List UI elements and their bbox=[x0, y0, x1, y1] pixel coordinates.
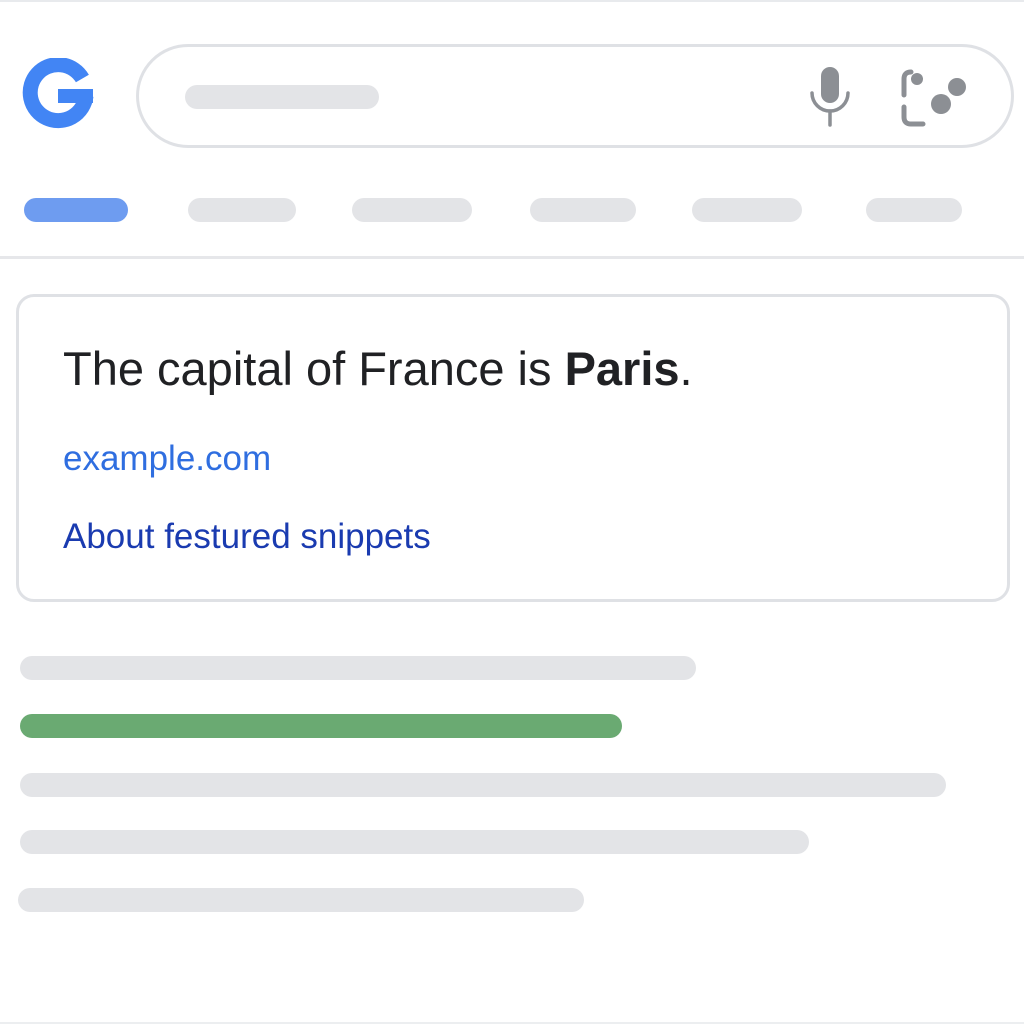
snippet-answer: The capital of France is Paris. bbox=[63, 339, 693, 399]
answer-prefix: The capital of France is bbox=[63, 342, 565, 395]
source-link[interactable]: example.com bbox=[63, 437, 271, 481]
result-placeholder-line bbox=[20, 830, 809, 854]
microphone-icon[interactable] bbox=[807, 67, 853, 131]
about-featured-snippets-link[interactable]: About festured snippets bbox=[63, 515, 431, 559]
result-url-line[interactable] bbox=[20, 714, 622, 738]
search-box[interactable] bbox=[136, 44, 1014, 148]
header-divider bbox=[0, 256, 1024, 259]
answer-suffix: . bbox=[679, 342, 693, 395]
answer-highlight: Paris bbox=[564, 342, 680, 395]
lens-icon[interactable] bbox=[901, 69, 971, 127]
top-divider bbox=[0, 0, 1024, 2]
search-tabs bbox=[0, 198, 1024, 226]
result-placeholder-line bbox=[20, 773, 946, 797]
featured-snippet-card: The capital of France is Paris. example.… bbox=[16, 294, 1010, 602]
result-placeholder-line bbox=[20, 656, 696, 680]
tab-all[interactable] bbox=[24, 198, 128, 222]
tab-5[interactable] bbox=[692, 198, 802, 222]
tab-3[interactable] bbox=[352, 198, 472, 222]
result-placeholder-line bbox=[18, 888, 584, 912]
tab-2[interactable] bbox=[188, 198, 296, 222]
google-logo-icon[interactable] bbox=[20, 58, 96, 134]
search-results-page: The capital of France is Paris. example.… bbox=[0, 0, 1024, 1024]
tab-6[interactable] bbox=[866, 198, 962, 222]
tab-4[interactable] bbox=[530, 198, 636, 222]
search-query-placeholder[interactable] bbox=[185, 85, 379, 109]
